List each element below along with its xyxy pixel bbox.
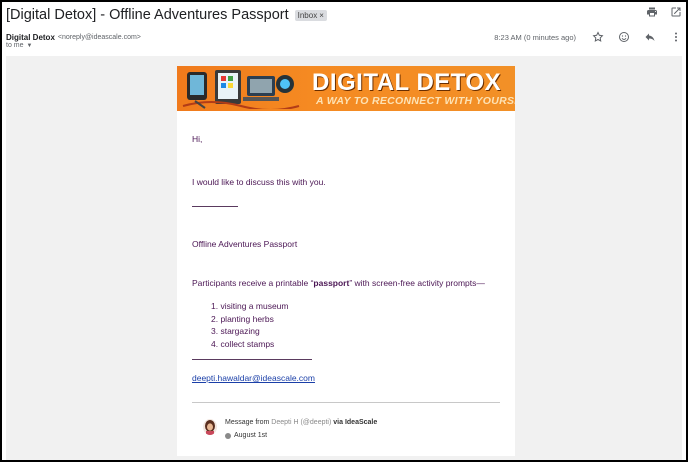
inbox-label-chip[interactable]: Inbox × [294,9,327,21]
message-actions: 8:23 AM (0 minutes ago) [494,31,682,43]
banner-subtitle: A WAY TO RECONNECT WITH YOURSELF [316,95,515,107]
footer-divider [192,402,500,403]
recipient-row[interactable]: to me ▼ [6,42,32,49]
timestamp: 8:23 AM (0 minutes ago) [494,32,576,42]
sender-row: Digital Detox <noreply@ideascale.com> 8:… [6,30,682,44]
digital-detox-banner: DIGITAL DETOX A WAY TO RECONNECT WITH YO… [177,66,515,111]
sender-email: <noreply@ideascale.com> [57,33,141,41]
email-card: DIGITAL DETOX A WAY TO RECONNECT WITH YO… [177,66,515,456]
description-prefix: Participants receive a printable “ [192,278,314,288]
inbox-label-text: Inbox [297,10,318,20]
activity-list: 1. visiting a museum 2. planting herbs 3… [211,300,288,350]
date-text: August 1st [234,432,268,439]
list-item-text: stargazing [220,326,260,336]
author-handle[interactable]: Deepti H (@deepti) [271,419,331,426]
more-icon[interactable] [670,31,682,43]
message-from-prefix: Message from [225,419,272,426]
author-email-link[interactable]: deepti.hawaldar@ideascale.com [192,373,315,383]
email-body-background: DIGITAL DETOX A WAY TO RECONNECT WITH YO… [6,56,682,460]
top-toolbar [646,6,682,18]
list-item: 4. collect stamps [211,338,275,349]
emoji-icon[interactable] [618,31,630,43]
greeting: Hi, [192,134,203,144]
description-suffix: ” with screen-free activity prompts— [349,278,485,288]
subject-row: [Digital Detox] - Offline Adventures Pas… [6,5,682,25]
list-item: 1. visiting a museum [211,301,289,311]
message-date: August 1st [225,432,267,439]
long-divider [192,359,312,360]
open-in-new-window-icon[interactable] [670,6,682,18]
star-icon[interactable] [592,31,604,43]
list-item: 3. stargazing [211,326,260,336]
chevron-down-icon[interactable]: ▼ [27,43,33,49]
list-item-text: collect stamps [220,338,275,349]
print-icon[interactable] [646,6,658,18]
to-line: to me [6,42,24,49]
list-item: 2. planting herbs [211,313,274,324]
email-subject: [Digital Detox] - Offline Adventures Pas… [6,7,289,23]
message-from: Message from Deepti H (@deepti) via Idea… [225,419,377,426]
banner-title: DIGITAL DETOX [312,69,502,96]
email-window: [Digital Detox] - Offline Adventures Pas… [2,2,686,460]
idea-title: Offline Adventures Passport [192,239,298,249]
intro-text: I would like to discuss this with you. [192,177,326,187]
idea-description: Participants receive a printable “passpo… [192,278,485,288]
remove-label-icon[interactable]: × [319,11,324,20]
list-item-text: visiting a museum [220,301,289,311]
devices-illustration [182,70,300,109]
avatar [203,419,217,435]
reply-icon[interactable] [644,31,656,43]
sender-name[interactable]: Digital Detox [6,33,55,42]
short-divider [192,206,238,207]
list-item-text: planting herbs [220,313,274,324]
clock-icon [225,432,231,439]
description-bold: passport [313,278,350,288]
via-ideascale: via IdeaScale [331,419,378,426]
